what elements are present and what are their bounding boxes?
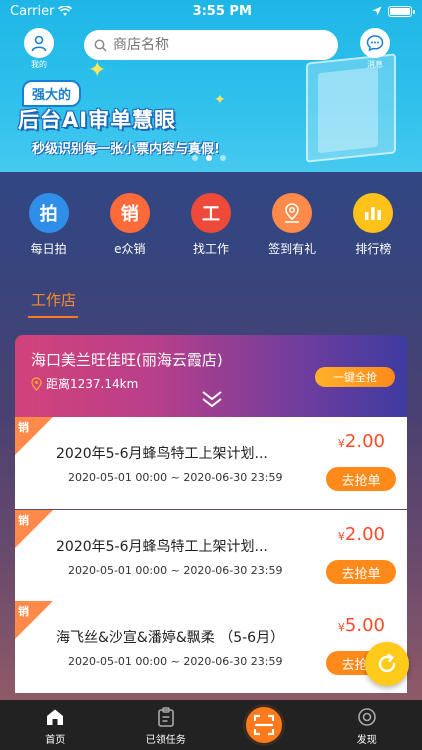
badge-text: 销 bbox=[18, 421, 29, 434]
task-card[interactable]: 销 2020年5-6月蜂鸟特工上架计划... 2020-05-01 00:00 … bbox=[15, 510, 407, 602]
task-card[interactable]: 销 海飞丝&沙宣&潘婷&飘柔 （5-6月） 2020-05-01 00:00 ~… bbox=[15, 601, 407, 693]
distance-text: 距离1237.14km bbox=[46, 377, 139, 391]
pagination-dot-active bbox=[206, 155, 212, 161]
task-price: ¥2.00 bbox=[338, 431, 385, 452]
search-input[interactable] bbox=[113, 37, 313, 53]
task-title: 海飞丝&沙宣&潘婷&飘柔 （5-6月） bbox=[56, 630, 285, 646]
search-bar[interactable] bbox=[84, 30, 338, 60]
quick-action-find-job[interactable]: 工 找工作 bbox=[176, 193, 246, 257]
banner-headline: 后台AI审单慧眼 bbox=[18, 108, 177, 132]
sales-icon: 销 bbox=[109, 193, 150, 233]
price-value: 2.00 bbox=[344, 431, 385, 452]
quick-action-checkin[interactable]: 签到有礼 bbox=[257, 193, 327, 257]
clock: 3:55 PM bbox=[192, 3, 252, 19]
top-bar: 我的 消息 bbox=[0, 28, 422, 70]
job-icon: 工 bbox=[190, 193, 231, 233]
store-header: 海口美兰旺佳旺(丽海云霞店) 距离1237.14km 一键全抢 bbox=[15, 335, 407, 417]
chevron-double-down-icon[interactable] bbox=[201, 390, 223, 408]
pagination-dot bbox=[220, 155, 226, 161]
scan-icon bbox=[253, 714, 275, 736]
messages-button[interactable]: 消息 bbox=[358, 28, 392, 70]
chat-icon bbox=[360, 28, 390, 58]
tab-work-store[interactable]: 工作店 bbox=[31, 289, 76, 310]
quick-action-label: 每日拍 bbox=[30, 242, 67, 256]
nav-home[interactable]: 首页 bbox=[15, 706, 95, 746]
nav-claimed-tasks[interactable]: 已领任务 bbox=[126, 706, 206, 746]
profile-button[interactable]: 我的 bbox=[22, 28, 56, 70]
status-bar: Carrier 3:55 PM bbox=[0, 0, 422, 22]
home-icon bbox=[47, 709, 64, 725]
store-distance: 距离1237.14km bbox=[31, 375, 138, 392]
grab-order-button[interactable]: 去抢单 bbox=[326, 467, 396, 491]
task-date-range: 2020-05-01 00:00 ~ 2020-06-30 23:59 bbox=[68, 471, 283, 484]
banner-tag: 强大的 bbox=[22, 80, 82, 107]
store-name: 海口美兰旺佳旺(丽海云霞店) bbox=[31, 351, 223, 369]
battery-icon bbox=[387, 5, 415, 17]
task-card[interactable]: 销 2020年5-6月蜂鸟特工上架计划... 2020-05-01 00:00 … bbox=[15, 417, 407, 509]
task-title: 2020年5-6月蜂鸟特工上架计划... bbox=[56, 539, 268, 555]
grab-order-button[interactable]: 去抢单 bbox=[326, 560, 396, 584]
refresh-icon bbox=[378, 653, 396, 673]
nav-claimed-tasks-label: 已领任务 bbox=[145, 735, 186, 746]
currency-symbol: ¥ bbox=[337, 437, 345, 450]
price-value: 5.00 bbox=[344, 615, 385, 636]
badge-text: 销 bbox=[18, 605, 29, 618]
quick-action-label: e众销 bbox=[114, 242, 146, 256]
quick-action-label: 找工作 bbox=[192, 242, 229, 256]
task-price: ¥5.00 bbox=[338, 615, 385, 636]
clipboard-icon bbox=[157, 707, 174, 727]
nav-discover-label: 发现 bbox=[356, 735, 377, 746]
quick-actions: 拍 每日拍 销 e众销 工 找工作 签到有礼 排行榜 bbox=[0, 193, 422, 257]
location-pin-icon bbox=[31, 376, 42, 391]
quick-action-label: 签到有礼 bbox=[268, 242, 317, 256]
scan-button[interactable] bbox=[243, 704, 285, 746]
tab-underline bbox=[28, 316, 78, 318]
messages-label: 消息 bbox=[367, 60, 383, 69]
task-price: ¥2.00 bbox=[338, 524, 385, 545]
sparkle-icon: ✦ bbox=[214, 92, 226, 108]
refresh-button[interactable] bbox=[365, 642, 409, 686]
badge-text: 销 bbox=[18, 514, 29, 527]
bottom-nav: 首页 已领任务 发现 bbox=[0, 700, 422, 750]
carrier-label: Carrier bbox=[10, 3, 55, 19]
user-icon bbox=[24, 28, 54, 58]
nav-home-label: 首页 bbox=[45, 735, 66, 746]
profile-label: 我的 bbox=[31, 60, 47, 69]
task-title: 2020年5-6月蜂鸟特工上架计划... bbox=[56, 446, 268, 462]
currency-symbol: ¥ bbox=[337, 621, 345, 634]
quick-action-label: 排行榜 bbox=[355, 242, 392, 256]
receipt-illustration-inner bbox=[318, 66, 378, 154]
quick-action-esales[interactable]: 销 e众销 bbox=[95, 193, 165, 257]
price-value: 2.00 bbox=[344, 524, 385, 545]
task-date-range: 2020-05-01 00:00 ~ 2020-06-30 23:59 bbox=[68, 564, 283, 577]
banner-pagination bbox=[192, 155, 226, 161]
nav-discover[interactable]: 发现 bbox=[327, 706, 407, 746]
grab-all-button[interactable]: 一键全抢 bbox=[315, 367, 395, 387]
quick-action-leaderboard[interactable]: 排行榜 bbox=[338, 193, 408, 257]
wifi-icon bbox=[58, 5, 73, 16]
photo-icon: 拍 bbox=[28, 193, 69, 233]
task-date-range: 2020-05-01 00:00 ~ 2020-06-30 23:59 bbox=[68, 655, 283, 668]
quick-action-daily-photo[interactable]: 拍 每日拍 bbox=[14, 193, 84, 257]
search-icon bbox=[94, 39, 107, 52]
bar-chart-icon bbox=[353, 193, 394, 233]
promo-banner[interactable]: ✦ ✦ 强大的 后台AI审单慧眼 秒级识别每一张小票内容与真假! bbox=[0, 0, 422, 172]
currency-symbol: ¥ bbox=[337, 530, 345, 543]
location-arrow-icon bbox=[372, 6, 382, 16]
pagination-dot bbox=[192, 155, 198, 161]
compass-icon bbox=[357, 708, 376, 726]
map-pin-icon bbox=[272, 193, 313, 233]
